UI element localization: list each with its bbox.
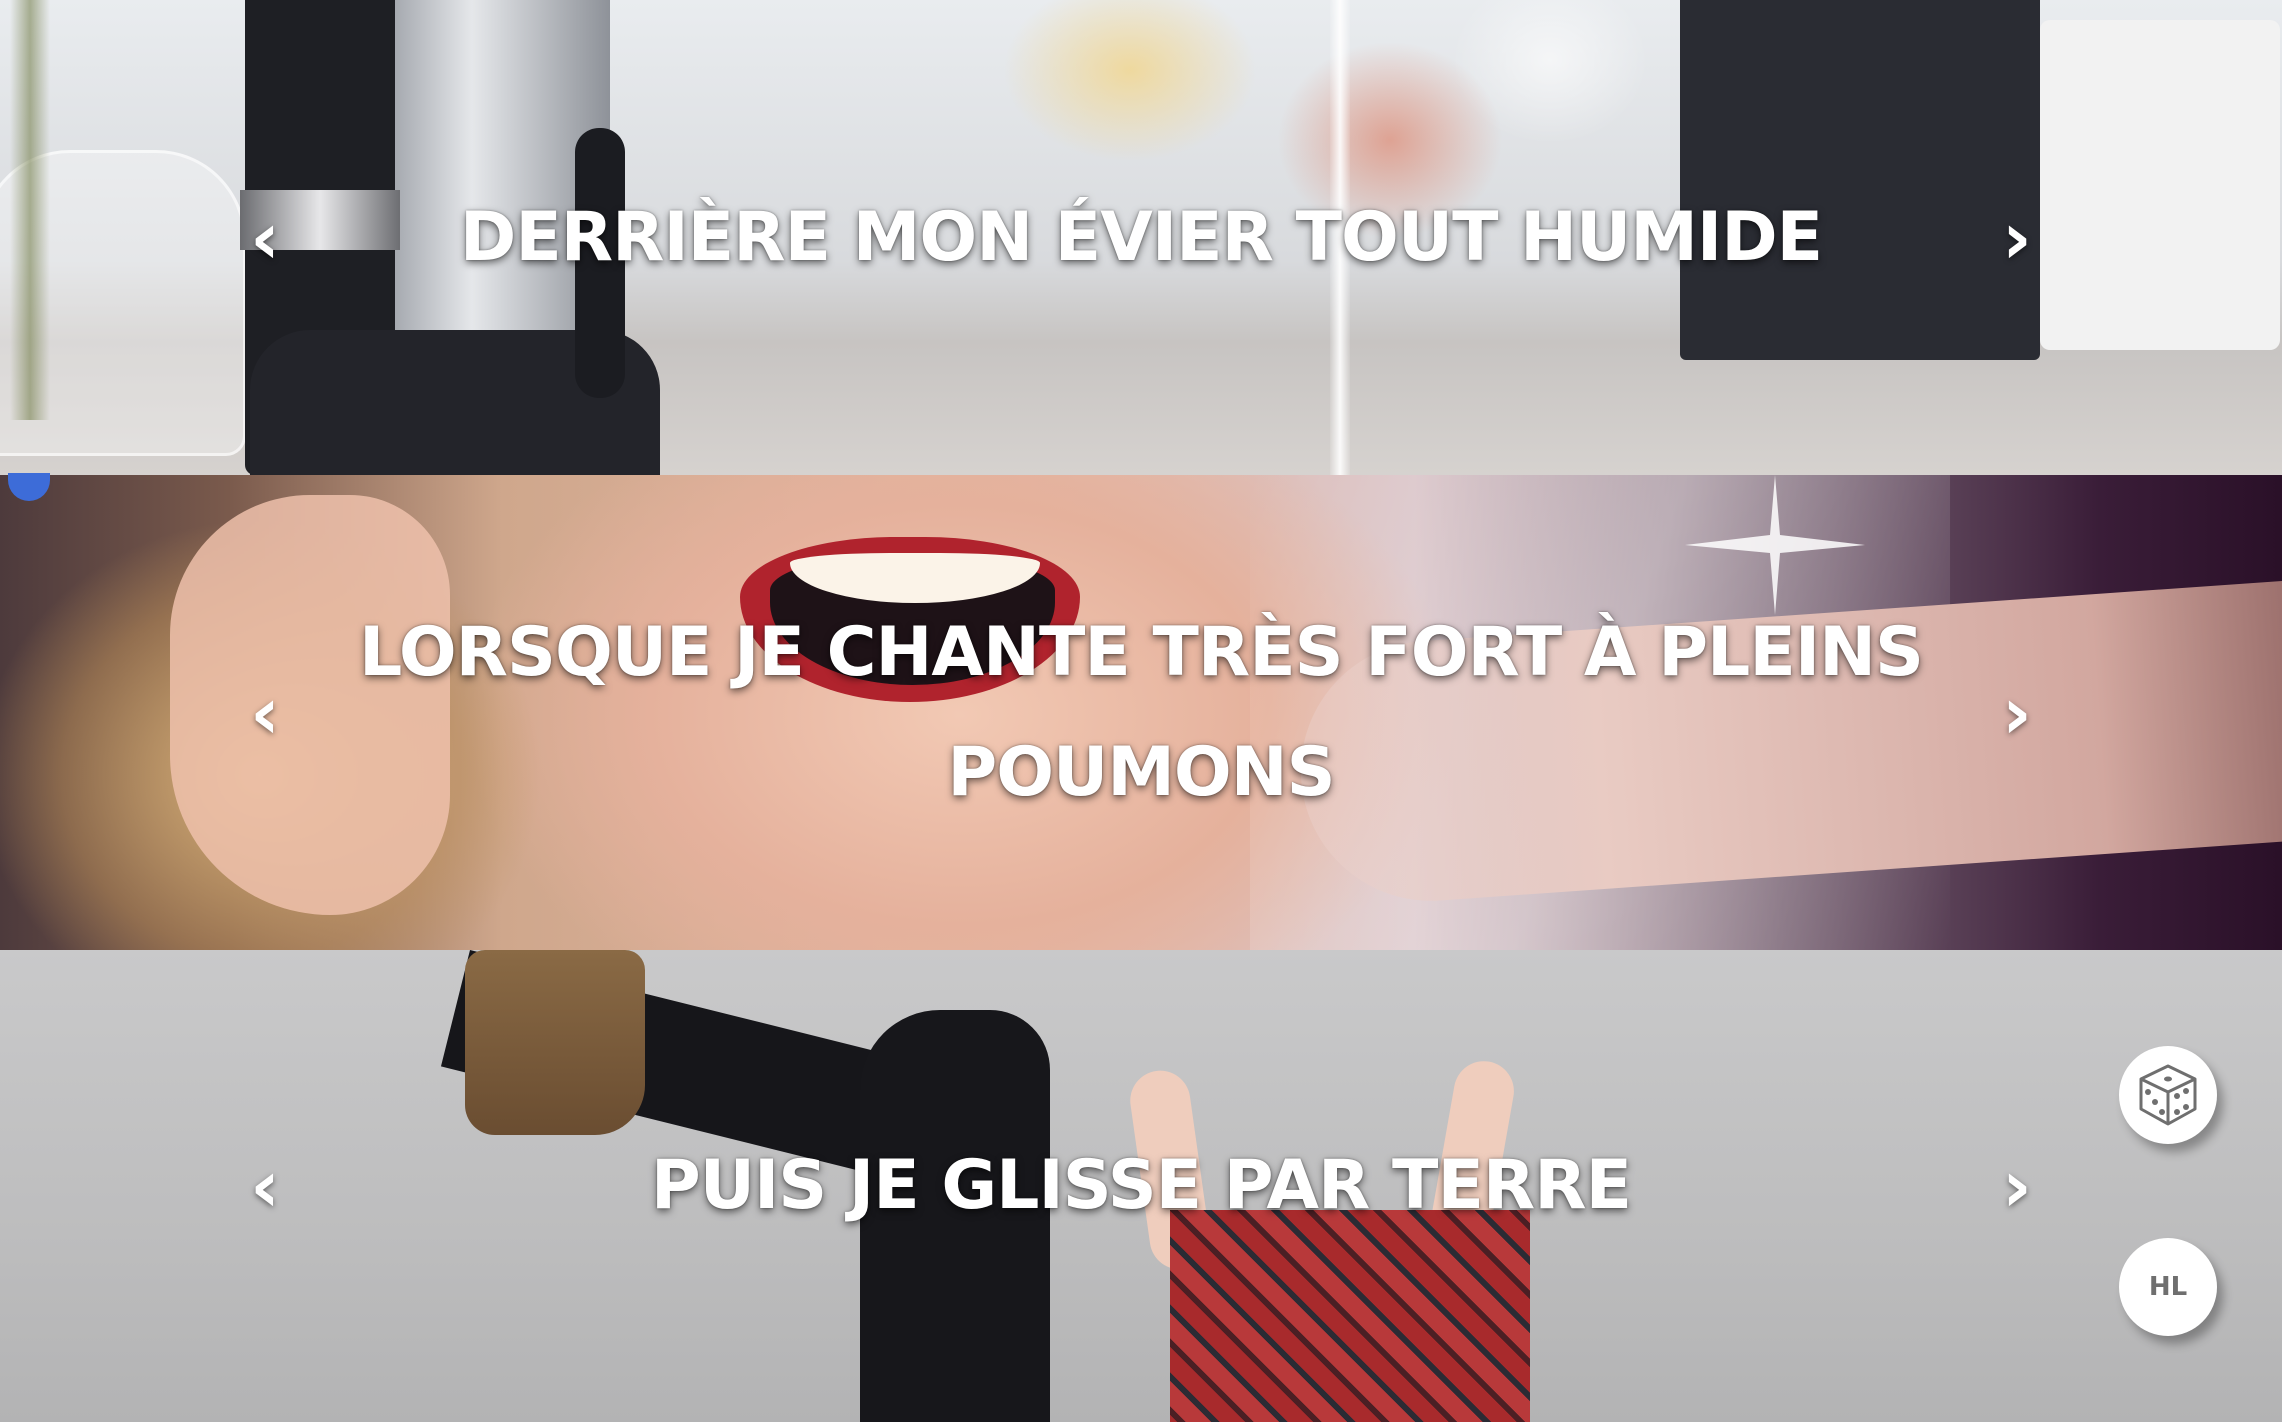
next-arrow-icon[interactable]: ›: [1982, 1141, 2052, 1231]
slide-2-singing: LORSQUE JE CHANTE TRÈS FORT À PLEINS POU…: [0, 475, 2282, 950]
next-arrow-icon[interactable]: ›: [1982, 193, 2052, 283]
previous-arrow-icon[interactable]: ‹: [230, 668, 300, 758]
random-button[interactable]: [2119, 1046, 2217, 1144]
slide-1-sink: DERRIÈRE MON ÉVIER TOUT HUMIDE ‹ ›: [0, 0, 2282, 475]
hl-button-label: HL: [2148, 1272, 2188, 1302]
next-arrow-icon[interactable]: ›: [1982, 668, 2052, 758]
plant: [10, 0, 50, 420]
hl-button[interactable]: HL: [2119, 1238, 2217, 1336]
slide-3-slipping: PUIS JE GLISSE PAR TERRE ‹ ›: [0, 950, 2282, 1422]
previous-arrow-icon[interactable]: ‹: [230, 193, 300, 283]
bottle-white: [2040, 20, 2280, 350]
sparkle-icon: [1685, 475, 1865, 615]
previous-arrow-icon[interactable]: ‹: [230, 1141, 300, 1231]
slide-caption: DERRIÈRE MON ÉVIER TOUT HUMIDE: [459, 197, 1823, 277]
slide-caption: PUIS JE GLISSE PAR TERRE: [650, 1146, 1632, 1225]
dice-icon: [2139, 1064, 2197, 1126]
